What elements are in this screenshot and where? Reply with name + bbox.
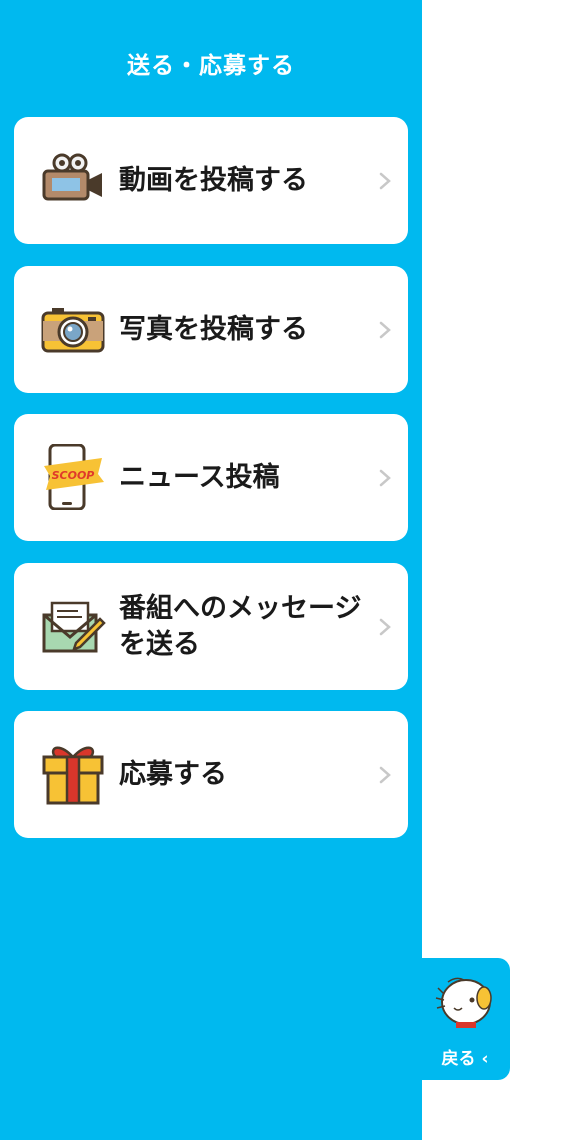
chevron-right-icon [378,320,392,340]
menu-item-label: 番組へのメッセージ を送る [119,592,362,660]
camera-icon [40,296,106,362]
back-label: 戻る ‹ [441,1049,489,1069]
gift-box-icon [40,741,106,807]
menu-item-send-message[interactable]: 番組へのメッセージ を送る [14,563,408,690]
mascot-icon [434,974,496,1034]
menu-item-label: 写真を投稿する [119,313,308,345]
video-camera-icon [40,147,106,213]
menu-item-apply[interactable]: 応募する [14,711,408,838]
menu-item-post-photo[interactable]: 写真を投稿する [14,266,408,393]
chevron-right-icon [378,617,392,637]
scoop-smartphone-icon: SCOOP [40,444,106,510]
menu-item-label: 応募する [119,758,227,790]
menu-item-label: ニュース投稿 [119,461,280,493]
back-button[interactable]: 戻る ‹ [420,958,510,1080]
chevron-right-icon [378,765,392,785]
svg-text:SCOOP: SCOOP [52,469,95,482]
menu-item-post-news[interactable]: SCOOP ニュース投稿 [14,414,408,541]
chevron-right-icon [378,171,392,191]
menu-item-label: 動画を投稿する [119,164,308,196]
menu-item-post-video[interactable]: 動画を投稿する [14,117,408,244]
chevron-right-icon [378,468,392,488]
letter-pen-icon [40,593,106,659]
side-menu-panel: 送る・応募する 動画を投稿する 写真を投稿する SCOOP ニュース投稿 番組へ… [0,0,422,1140]
menu-title: 送る・応募する [127,53,295,79]
